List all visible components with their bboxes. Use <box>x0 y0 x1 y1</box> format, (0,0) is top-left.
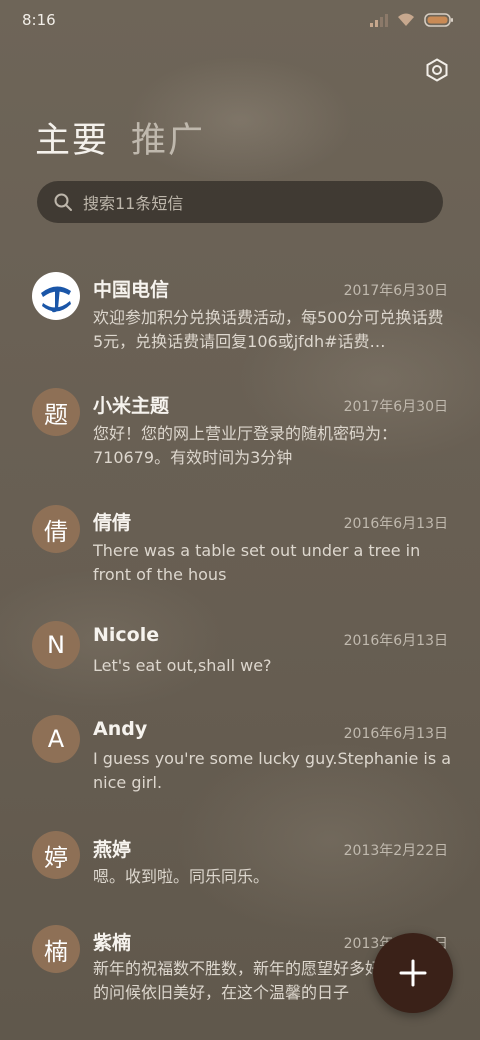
message-preview: 您好！您的网上营业厅登录的随机密码为：710679。有效时间为3分钟 <box>93 424 398 467</box>
contact-name: 燕婷 <box>93 839 132 861</box>
contact-name: 小米主题 <box>93 395 170 417</box>
status-bar: 8:16 <box>0 0 480 40</box>
plus-icon <box>399 959 427 987</box>
message-date: 2013年2月22日 <box>343 843 448 859</box>
message-date: 2016年6月13日 <box>343 516 448 532</box>
conversation-row[interactable]: 倩 倩倩 2016年6月13日 There was a table set ou… <box>0 491 480 601</box>
signal-icon <box>370 13 388 27</box>
contact-name: 中国电信 <box>93 279 170 301</box>
message-preview: 嗯。收到啦。同乐同乐。 <box>93 867 270 886</box>
message-date: 2016年6月13日 <box>343 726 448 742</box>
conversation-row[interactable]: 婷 燕婷 2013年2月22日 嗯。收到啦。同乐同乐。 <box>0 818 480 904</box>
contact-name: Andy <box>93 718 148 740</box>
avatar: 楠 <box>32 925 80 973</box>
conversation-row[interactable]: A Andy 2016年6月13日 I guess you're some lu… <box>0 701 480 811</box>
avatar: 倩 <box>32 505 80 553</box>
message-date: 2017年6月30日 <box>343 399 448 415</box>
contact-name: Nicole <box>93 624 160 646</box>
message-preview: I guess you're some lucky guy.Stephanie … <box>93 749 452 792</box>
tab-primary[interactable]: 主要 <box>35 112 109 163</box>
avatar: N <box>32 621 80 669</box>
status-time: 8:16 <box>22 11 56 29</box>
message-date: 2017年6月30日 <box>343 283 448 299</box>
avatar: 婷 <box>32 831 80 879</box>
contact-name: 紫楠 <box>93 932 132 954</box>
contact-name: 倩倩 <box>93 512 132 534</box>
search-icon <box>53 192 73 212</box>
tab-promotions[interactable]: 推广 <box>131 112 205 163</box>
settings-icon <box>426 58 448 82</box>
message-date: 2016年6月13日 <box>343 633 448 649</box>
wifi-icon <box>398 13 414 26</box>
message-preview: Let's eat out,shall we? <box>93 656 272 675</box>
conversation-row[interactable]: 中国电信 2017年6月30日 欢迎参加积分兑换话费活动，每500分可兑换话费5… <box>0 258 480 368</box>
avatar: 题 <box>32 388 80 436</box>
message-preview: There was a table set out under a tree i… <box>93 541 421 584</box>
battery-icon <box>424 12 453 27</box>
settings-button[interactable] <box>422 55 452 85</box>
conversation-row[interactable]: N Nicole 2016年6月13日 Let's eat out,shall … <box>0 608 480 694</box>
avatar: A <box>32 715 80 763</box>
message-preview: 欢迎参加积分兑换话费活动，每500分可兑换话费5元，兑换话费请回复106或jfd… <box>93 308 444 351</box>
search-bar[interactable]: 搜索11条短信 <box>37 181 443 223</box>
china-telecom-logo-icon <box>32 272 80 320</box>
conversation-row[interactable]: 题 小米主题 2017年6月30日 您好！您的网上营业厅登录的随机密码为：710… <box>0 374 480 484</box>
compose-button[interactable] <box>373 933 453 1013</box>
search-placeholder: 搜索11条短信 <box>83 194 184 213</box>
status-icons <box>370 12 454 27</box>
tab-bar: 主要 推广 <box>35 112 205 163</box>
